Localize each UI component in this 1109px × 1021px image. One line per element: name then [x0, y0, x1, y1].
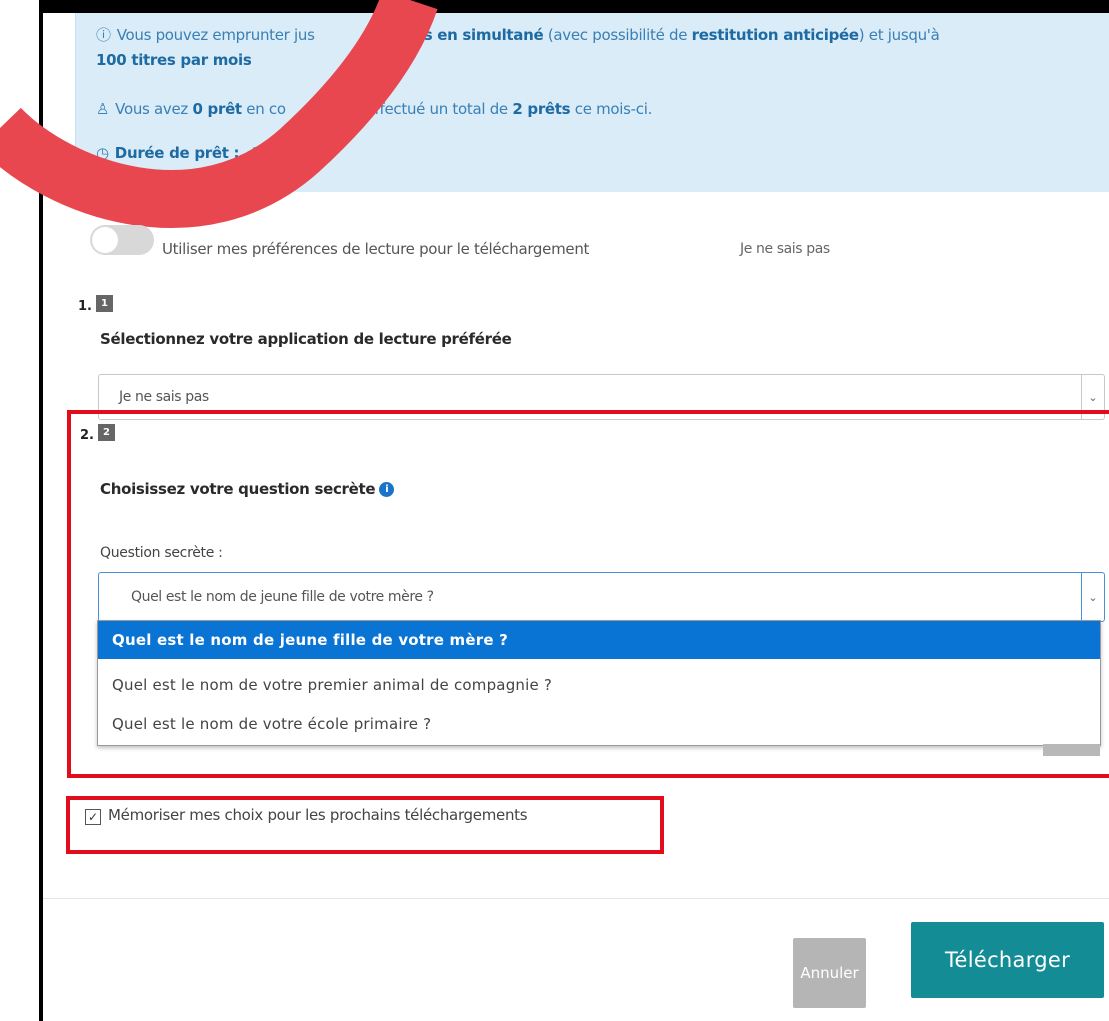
- loan-duration-line: ◷ Durée de prêt : 2 rs: [96, 144, 287, 162]
- dropdown-option[interactable]: Quel est le nom de votre premier animal …: [98, 666, 1100, 704]
- reading-preferences-toggle[interactable]: [90, 225, 154, 255]
- loan-limit-line: ⓘ Vous pouvez emprunter jus 2 titres en s…: [96, 26, 940, 44]
- secret-question-selected-value: Quel est le nom de jeune fille de votre …: [131, 589, 434, 605]
- step-2-title: Choisissez votre question secrète i: [100, 480, 395, 498]
- toggle-knob: [92, 227, 118, 253]
- hidden-button-edge: [1043, 744, 1100, 756]
- secret-question-select[interactable]: Quel est le nom de jeune fille de votre …: [98, 572, 1105, 622]
- current-loans-line: ♙ Vous avez 0 prêt en co et avez effectué…: [96, 100, 653, 118]
- download-button[interactable]: Télécharger: [911, 922, 1104, 998]
- red-highlight-remember: [66, 796, 664, 854]
- footer-divider: [43, 898, 1109, 899]
- reading-preferences-value: Je ne sais pas: [740, 241, 830, 257]
- remember-label: Mémoriser mes choix pour les prochains t…: [108, 806, 528, 824]
- step-2-number: 2.: [80, 428, 94, 443]
- step-1-badge: 1: [96, 295, 113, 312]
- dropdown-option[interactable]: Quel est le nom de jeune fille de votre …: [98, 621, 1100, 659]
- secret-question-dropdown: Quel est le nom de jeune fille de votre …: [97, 620, 1101, 746]
- loan-info-panel: ⓘ Vous pouvez emprunter jus 2 titres en s…: [75, 13, 1109, 192]
- info-circle-icon: ⓘ: [96, 26, 111, 44]
- remember-checkbox[interactable]: ✓: [85, 809, 101, 825]
- window-left-border: [39, 0, 43, 1021]
- clock-icon: ◷: [96, 144, 109, 162]
- window-top-border: [39, 0, 1109, 13]
- user-icon: ♙: [96, 100, 110, 118]
- info-icon[interactable]: i: [379, 482, 395, 497]
- step-1-title: Sélectionnez votre application de lectur…: [100, 330, 512, 348]
- step-2-badge: 2: [98, 424, 115, 441]
- chevron-down-icon[interactable]: ⌄: [1081, 573, 1104, 621]
- reading-preferences-label: Utiliser mes préférences de lecture pour…: [162, 240, 590, 258]
- secret-question-label: Question secrète :: [100, 545, 223, 561]
- cancel-button[interactable]: Annuler: [793, 938, 866, 1008]
- dropdown-option[interactable]: Quel est le nom de votre école primaire …: [98, 705, 1100, 743]
- monthly-limit-line: 100 titres par mois: [96, 51, 252, 69]
- step-1-number: 1.: [78, 299, 92, 314]
- reading-app-selected-value: Je ne sais pas: [119, 389, 209, 405]
